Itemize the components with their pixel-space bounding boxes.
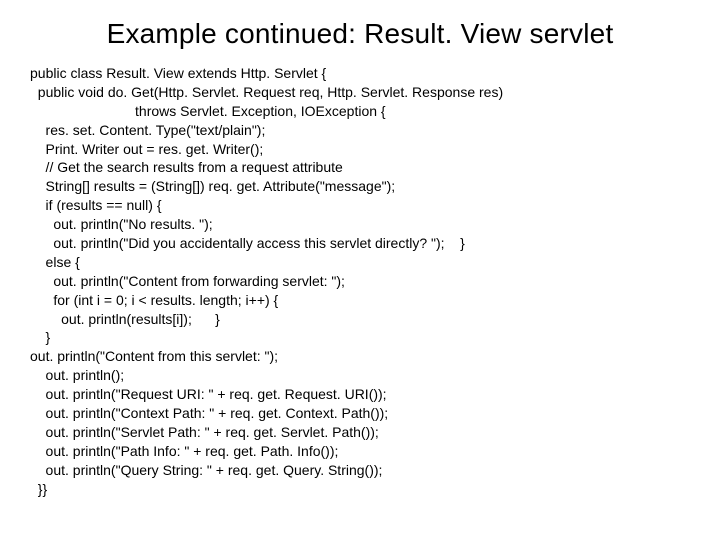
code-line: String[] results = (String[]) req. get. …: [30, 177, 690, 196]
code-line: else {: [30, 253, 690, 272]
code-line: out. println("Servlet Path: " + req. get…: [30, 423, 690, 442]
slide-title: Example continued: Result. View servlet: [30, 18, 690, 50]
code-line: public class Result. View extends Http. …: [30, 64, 690, 83]
code-line: // Get the search results from a request…: [30, 158, 690, 177]
code-line: }: [30, 328, 690, 347]
code-line: out. println("Path Info: " + req. get. P…: [30, 442, 690, 461]
code-line: out. println("Context Path: " + req. get…: [30, 404, 690, 423]
code-block: public class Result. View extends Http. …: [30, 64, 690, 498]
slide: Example continued: Result. View servlet …: [0, 0, 720, 540]
code-line: throws Servlet. Exception, IOException {: [30, 102, 690, 121]
code-line: out. println("Did you accidentally acces…: [30, 234, 690, 253]
code-line: Print. Writer out = res. get. Writer();: [30, 140, 690, 159]
code-line: out. println("Query String: " + req. get…: [30, 461, 690, 480]
code-line: }}: [30, 480, 690, 499]
code-line: out. println();: [30, 366, 690, 385]
code-line: out. println("Request URI: " + req. get.…: [30, 385, 690, 404]
code-line: out. println("Content from this servlet:…: [30, 347, 690, 366]
code-line: out. println("No results. ");: [30, 215, 690, 234]
code-line: out. println("Content from forwarding se…: [30, 272, 690, 291]
code-line: out. println(results[i]); }: [30, 310, 690, 329]
code-line: res. set. Content. Type("text/plain");: [30, 121, 690, 140]
code-line: public void do. Get(Http. Servlet. Reque…: [30, 83, 690, 102]
code-line: if (results == null) {: [30, 196, 690, 215]
code-line: for (int i = 0; i < results. length; i++…: [30, 291, 690, 310]
